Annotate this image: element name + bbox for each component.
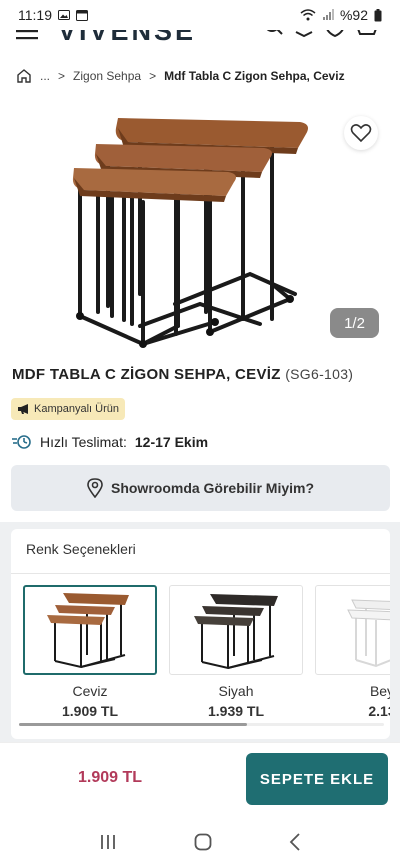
battery-percent: %92	[339, 7, 368, 23]
breadcrumb-ellipsis[interactable]: ...	[40, 69, 50, 83]
color-option-price: 1.939 TL	[207, 703, 265, 719]
campaign-label: Kampanyalı Ürün	[34, 403, 119, 415]
breadcrumb-separator: >	[58, 69, 66, 83]
showroom-button[interactable]: Showroomda Görebilir Miyim?	[11, 465, 390, 511]
image-counter: 1/2	[330, 308, 379, 338]
delivery-date: 12-17 Ekim	[134, 434, 209, 450]
color-option-thumbnail	[23, 585, 157, 675]
walnut-table-thumbnail	[47, 593, 129, 669]
favorite-button[interactable]	[344, 116, 378, 150]
delivery-label: Hızlı Teslimat:	[40, 434, 127, 450]
white-table-thumbnail	[347, 599, 390, 668]
wifi-icon	[300, 9, 316, 21]
color-option-price: 2.13	[368, 703, 390, 719]
color-option-thumbnail	[315, 585, 390, 675]
color-option-siyah[interactable]: Siyah 1.939 TL	[169, 585, 303, 719]
back-icon[interactable]	[289, 833, 301, 851]
product-code: (SG6-103)	[285, 366, 354, 382]
product-title: MDF TABLA C ZİGON SEHPA, CEVİZ (SG6-103)	[12, 366, 353, 383]
color-options-card: Renk Seçenekleri Ceviz 1.909 TL Siyah 1.…	[11, 529, 390, 739]
signal-icon	[322, 9, 334, 20]
product-name: MDF TABLA C ZİGON SEHPA, CEVİZ	[12, 366, 281, 383]
color-option-name: Ceviz	[72, 683, 108, 699]
color-option-name: Siyah	[218, 683, 254, 699]
status-bar: 11:19 %92	[0, 0, 400, 30]
color-option-name: Bey	[369, 683, 390, 699]
home-button-icon[interactable]	[194, 833, 212, 851]
breadcrumb: ... > Zigon Sehpa > Mdf Tabla C Zigon Se…	[16, 64, 345, 88]
heart-outline-icon	[350, 124, 372, 143]
color-option-thumbnail	[169, 585, 303, 675]
buy-price: 1.909 TL	[78, 769, 143, 786]
color-option-beyaz[interactable]: Bey 2.13	[315, 585, 390, 719]
showroom-label: Showroomda Görebilir Miyim?	[110, 480, 315, 496]
campaign-badge[interactable]: Kampanyalı Ürün	[11, 398, 125, 420]
gallery-icon	[58, 10, 70, 20]
breadcrumb-current: Mdf Tabla C Zigon Sehpa, Ceviz	[164, 69, 345, 83]
fast-delivery: Hızlı Teslimat: 12-17 Ekim	[12, 430, 208, 454]
fast-delivery-icon	[12, 435, 31, 449]
location-pin-icon	[87, 478, 103, 498]
buy-bar: 1.909 TL SEPETE EKLE	[0, 742, 400, 818]
color-option-ceviz[interactable]: Ceviz 1.909 TL	[23, 585, 157, 719]
system-nav-bar	[0, 818, 400, 866]
add-to-cart-button[interactable]: SEPETE EKLE	[246, 753, 388, 805]
calendar-icon	[76, 10, 88, 21]
recent-apps-icon[interactable]	[99, 834, 117, 850]
color-options-title: Renk Seçenekleri	[26, 541, 136, 557]
home-icon[interactable]	[16, 68, 32, 84]
megaphone-icon	[18, 404, 28, 414]
color-option-price: 1.909 TL	[61, 703, 119, 719]
horizontal-scrollbar[interactable]	[19, 723, 384, 726]
breadcrumb-category[interactable]: Zigon Sehpa	[73, 69, 141, 83]
breadcrumb-separator: >	[149, 69, 157, 83]
battery-icon	[374, 8, 382, 21]
black-table-thumbnail	[194, 594, 278, 670]
status-time: 11:19	[18, 7, 52, 23]
scrollbar-thumb[interactable]	[19, 723, 247, 726]
divider	[11, 573, 390, 574]
